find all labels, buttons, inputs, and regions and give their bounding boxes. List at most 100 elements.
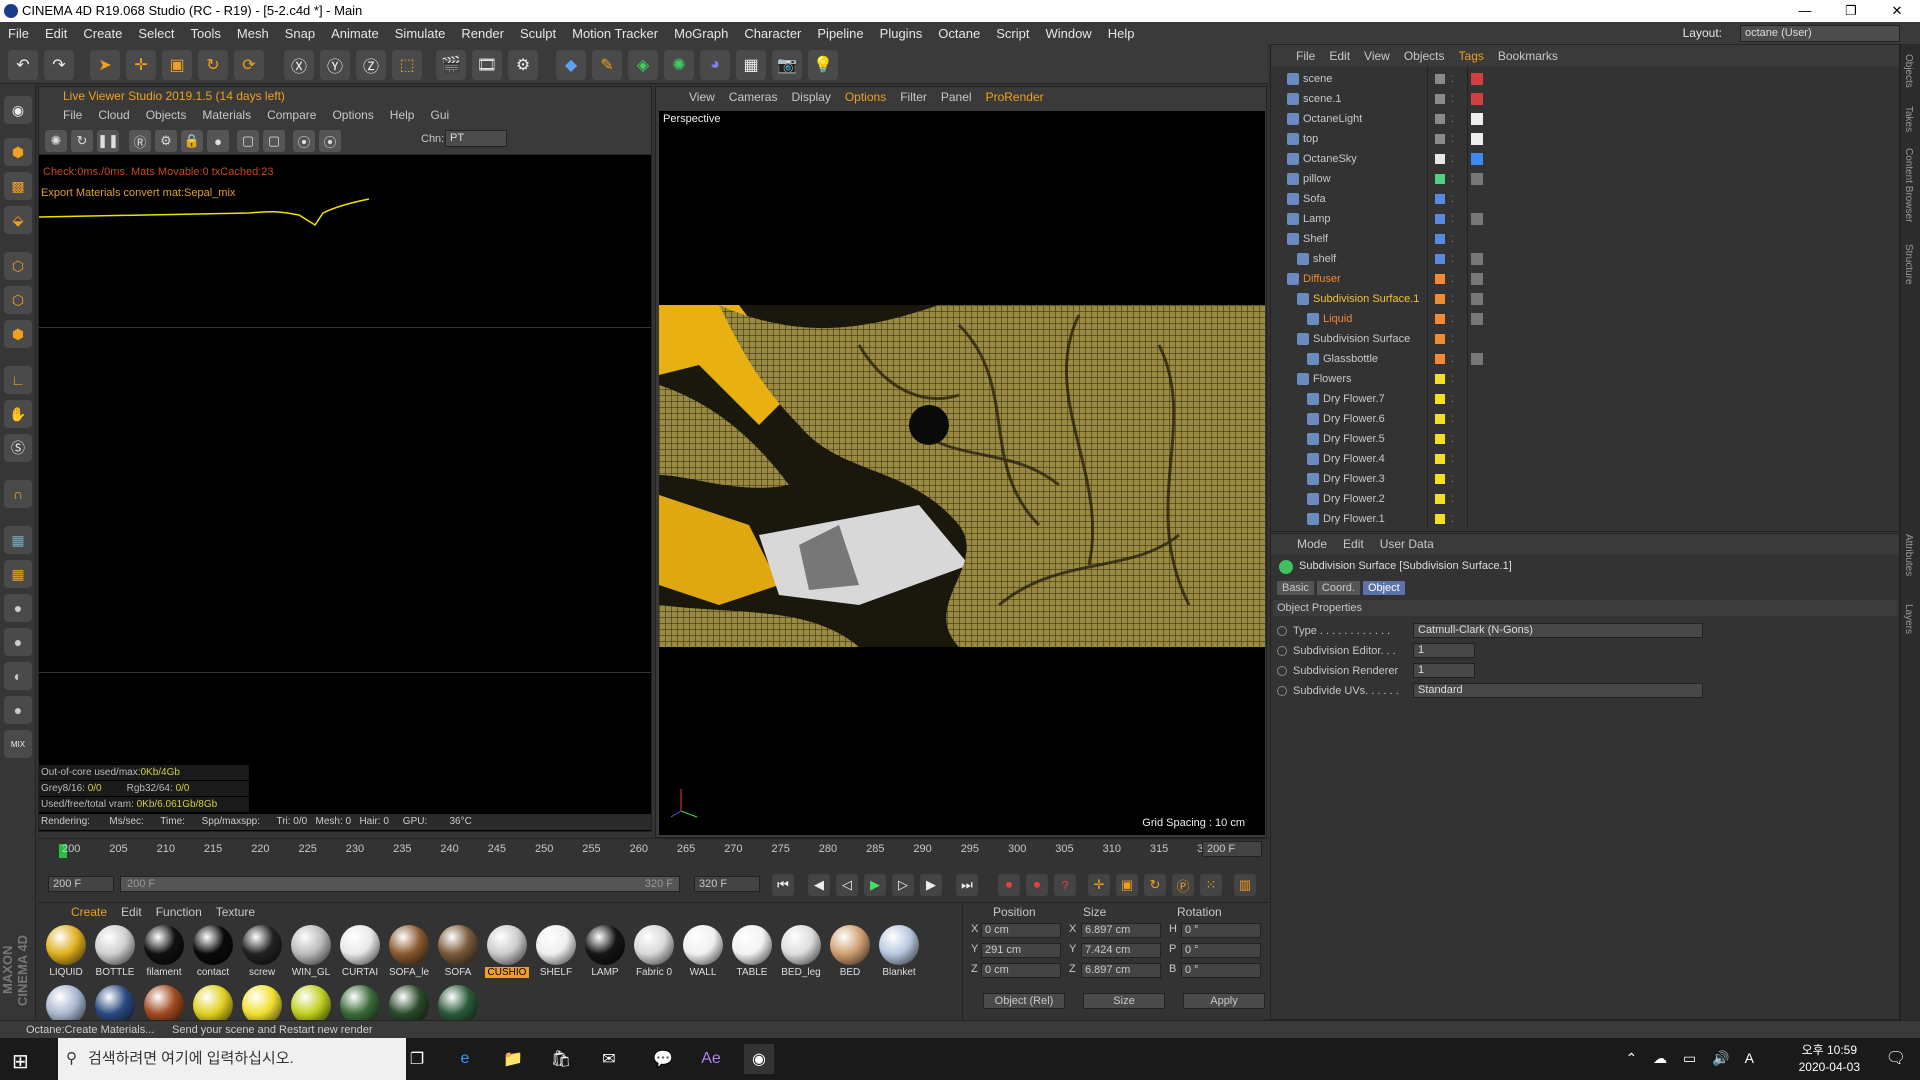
object-tag-icon[interactable]: [1471, 133, 1483, 145]
visibility-dots-icon[interactable]: ⁚: [1451, 369, 1454, 389]
magnet-icon[interactable]: ∩: [4, 480, 32, 508]
z-axis-lock-icon[interactable]: Ⓩ: [356, 50, 386, 80]
record-icon[interactable]: ⏺: [998, 874, 1020, 896]
viewport-menu-prorender[interactable]: ProRender: [979, 90, 1051, 104]
object-row[interactable]: Shelf ⁚: [1275, 229, 1895, 249]
material-swatch[interactable]: Blanket: [877, 923, 921, 981]
visibility-dots-icon[interactable]: ⁚: [1451, 109, 1454, 129]
material-swatch[interactable]: SHELF: [534, 923, 578, 981]
object-tag-icon[interactable]: [1471, 113, 1483, 125]
store-icon[interactable]: 🛍: [546, 1044, 576, 1074]
redo-icon[interactable]: ↷: [44, 50, 74, 80]
snap-icon[interactable]: Ⓢ: [4, 434, 32, 462]
menu-item-motion-tracker[interactable]: Motion Tracker: [564, 26, 666, 41]
om-menu-edit[interactable]: Edit: [1322, 49, 1357, 63]
sphere-material-3-icon[interactable]: ◐: [4, 662, 32, 690]
tab-attributes[interactable]: Attributes: [1903, 534, 1914, 576]
material-swatch[interactable]: BED_leg: [779, 923, 823, 981]
pick-material-icon[interactable]: ⦿: [319, 130, 341, 152]
coordinate-system-icon[interactable]: ⬚: [392, 50, 422, 80]
tab-takes[interactable]: Takes: [1903, 106, 1914, 132]
material-swatch[interactable]: contact: [191, 923, 235, 981]
pen-spline-icon[interactable]: ✎: [592, 50, 622, 80]
range-slider[interactable]: 200 F 320 F: [120, 876, 680, 892]
visibility-dots-icon[interactable]: ⁚: [1451, 229, 1454, 249]
mat-menu-edit[interactable]: Edit: [114, 905, 149, 919]
clock[interactable]: 오후 10:59 2020-04-03: [1799, 1042, 1860, 1076]
texture-mode-icon[interactable]: ▩: [4, 172, 32, 200]
material-swatch[interactable]: CUSHIO: [485, 923, 529, 981]
tab-basic[interactable]: Basic: [1277, 581, 1314, 595]
octane-logo-icon[interactable]: ◉: [4, 96, 32, 124]
object-tag-icon[interactable]: [1471, 293, 1483, 305]
object-row[interactable]: Lamp ⁚: [1275, 209, 1895, 229]
menu-item-script[interactable]: Script: [988, 26, 1037, 41]
attr-menu-user-data[interactable]: User Data: [1372, 537, 1442, 551]
visibility-dots-icon[interactable]: ⁚: [1451, 269, 1454, 289]
om-menu-file[interactable]: File: [1289, 49, 1322, 63]
menu-item-select[interactable]: Select: [130, 26, 182, 41]
layout-select[interactable]: octane (User): [1740, 25, 1900, 42]
undo-icon[interactable]: ↶: [8, 50, 38, 80]
tweak-mode-icon[interactable]: ✋: [4, 400, 32, 428]
type-dropdown[interactable]: Catmull-Clark (N-Gons): [1413, 623, 1703, 638]
menu-item-snap[interactable]: Snap: [277, 26, 323, 41]
viewport-menu-cameras[interactable]: Cameras: [722, 90, 785, 104]
size-field[interactable]: 6.897 cm: [1081, 963, 1161, 978]
render-view-icon[interactable]: 🎬: [436, 50, 466, 80]
go-to-end-icon[interactable]: ⏭: [956, 874, 978, 896]
go-to-start-icon[interactable]: ⏮: [772, 874, 794, 896]
object-tag-icon[interactable]: [1471, 73, 1483, 85]
menu-item-window[interactable]: Window: [1037, 26, 1099, 41]
autokey-icon[interactable]: ⏺: [1026, 874, 1048, 896]
key-rotation-icon[interactable]: ↻: [1144, 874, 1166, 896]
visibility-dots-icon[interactable]: ⁚: [1451, 69, 1454, 89]
film-region-icon[interactable]: ▢: [263, 130, 285, 152]
end-frame-field[interactable]: 320 F: [694, 876, 760, 892]
material-swatch[interactable]: Fabric 0: [632, 923, 676, 981]
object-tag-icon[interactable]: [1471, 93, 1483, 105]
material-swatch[interactable]: BOTTLE: [93, 923, 137, 981]
object-row[interactable]: shelf ⁚: [1275, 249, 1895, 269]
pick-focus-icon[interactable]: ⦿: [293, 130, 315, 152]
menu-item-sculpt[interactable]: Sculpt: [512, 26, 564, 41]
lv-menu-help[interactable]: Help: [382, 108, 423, 122]
tab-layers[interactable]: Layers: [1903, 604, 1914, 634]
object-row[interactable]: Dry Flower.6 ⁚: [1275, 409, 1895, 429]
object-row[interactable]: top ⁚: [1275, 129, 1895, 149]
maximize-button[interactable]: ❐: [1828, 0, 1874, 22]
visibility-dots-icon[interactable]: ⁚: [1451, 329, 1454, 349]
material-swatch[interactable]: filament: [142, 923, 186, 981]
viewport-menu-panel[interactable]: Panel: [934, 90, 979, 104]
make-editable-icon[interactable]: ⬢: [4, 138, 32, 166]
attr-menu-mode[interactable]: Mode: [1289, 537, 1335, 551]
mail-icon[interactable]: ✉: [594, 1044, 624, 1074]
object-row[interactable]: Subdivision Surface.1 ⁚: [1275, 289, 1895, 309]
visibility-dots-icon[interactable]: ⁚: [1451, 169, 1454, 189]
object-row[interactable]: Dry Flower.7 ⁚: [1275, 389, 1895, 409]
object-row[interactable]: Subdivision Surface ⁚: [1275, 329, 1895, 349]
next-key-icon[interactable]: ▶: [920, 874, 942, 896]
edges-mode-icon[interactable]: ⬡: [4, 286, 32, 314]
mat-menu-texture[interactable]: Texture: [209, 905, 262, 919]
tab-coord[interactable]: Coord.: [1316, 581, 1360, 595]
object-tag-icon[interactable]: [1471, 153, 1483, 165]
locked-workplane-icon[interactable]: ▦: [4, 560, 32, 588]
object-row[interactable]: Glassbottle ⁚: [1275, 349, 1895, 369]
material-swatch[interactable]: TABLE: [730, 923, 774, 981]
rotation-field[interactable]: 0 °: [1181, 963, 1261, 978]
object-row[interactable]: Dry Flower.4 ⁚: [1275, 449, 1895, 469]
keyframe-selection-icon[interactable]: ?: [1054, 874, 1076, 896]
sphere-material-2-icon[interactable]: ●: [4, 628, 32, 656]
visibility-dots-icon[interactable]: ⁚: [1451, 469, 1454, 489]
object-row[interactable]: OctaneLight ⁚: [1275, 109, 1895, 129]
floor-icon[interactable]: ▦: [736, 50, 766, 80]
size-field[interactable]: 6.897 cm: [1081, 923, 1161, 938]
position-field[interactable]: 0 cm: [981, 963, 1061, 978]
octane-settings-icon[interactable]: ✺: [45, 130, 67, 152]
menu-item-simulate[interactable]: Simulate: [387, 26, 454, 41]
notification-icon[interactable]: 🗨: [1886, 1048, 1906, 1068]
select-cursor-icon[interactable]: ➤: [90, 50, 120, 80]
current-frame-field[interactable]: 200 F: [1202, 841, 1262, 857]
region-render-icon[interactable]: Ⓡ: [129, 130, 151, 152]
